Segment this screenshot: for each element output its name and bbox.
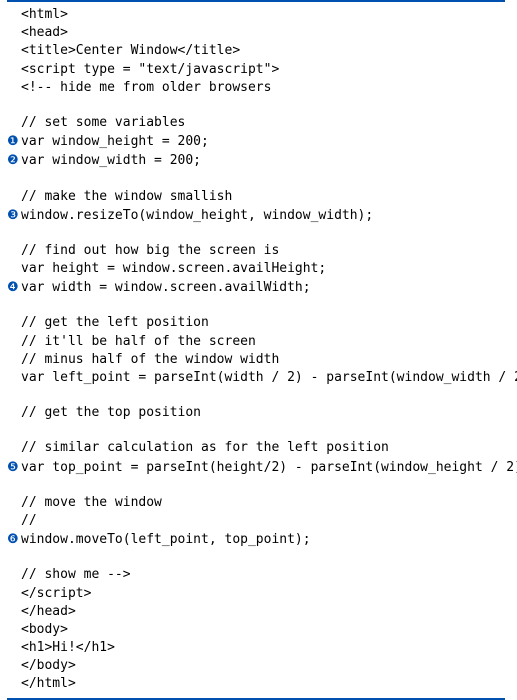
- code-text: <!-- hide me from older browsers: [21, 79, 271, 97]
- code-text: var height = window.screen.availHeight;: [21, 260, 326, 278]
- code-text: </script>: [21, 585, 91, 603]
- blank-line: [7, 549, 517, 566]
- code-line: <h1>Hi!</h1>: [7, 639, 517, 657]
- code-line: var height = window.screen.availHeight;: [7, 260, 517, 278]
- callout-number: ❸: [7, 206, 21, 224]
- code-line: // minus half of the window width: [7, 351, 517, 369]
- callout-number: ❻: [7, 530, 21, 548]
- blank-line: [7, 97, 517, 114]
- code-text: window.resizeTo(window_height, window_wi…: [21, 207, 373, 225]
- blank-line: [7, 387, 517, 404]
- code-text: window.moveTo(left_point, top_point);: [21, 531, 311, 549]
- code-text: //: [21, 512, 37, 530]
- blank-line: [7, 225, 517, 242]
- code-line: <!-- hide me from older browsers: [7, 79, 517, 97]
- code-listing: <html><head><title>Center Window</title>…: [0, 0, 517, 700]
- code-line: ❹var width = window.screen.availWidth;: [7, 278, 517, 297]
- code-text: // get the left position: [21, 314, 209, 332]
- callout-number: ❷: [7, 151, 21, 169]
- callout-number: ❹: [7, 278, 21, 296]
- code-line: // move the window: [7, 494, 517, 512]
- code-line: // get the left position: [7, 314, 517, 332]
- code-text: </html>: [21, 675, 76, 693]
- code-line: // make the window smallish: [7, 188, 517, 206]
- code-line: </script>: [7, 585, 517, 603]
- code-text: var left_point = parseInt(width / 2) - p…: [21, 369, 517, 387]
- code-line: // set some variables: [7, 114, 517, 132]
- code-line: <html>: [7, 6, 517, 24]
- code-text: <script type = "text/javascript">: [21, 61, 279, 79]
- code-line: // show me -->: [7, 566, 517, 584]
- blank-line: [7, 297, 517, 314]
- code-line: var left_point = parseInt(width / 2) - p…: [7, 369, 517, 387]
- code-line: <body>: [7, 621, 517, 639]
- code-text: // find out how big the screen is: [21, 242, 279, 260]
- blank-line: [7, 171, 517, 188]
- code-line: </body>: [7, 657, 517, 675]
- code-text: <html>: [21, 6, 68, 24]
- code-line: ❶var window_height = 200;: [7, 132, 517, 151]
- code-line: ❸window.resizeTo(window_height, window_w…: [7, 206, 517, 225]
- code-line: ❻window.moveTo(left_point, top_point);: [7, 530, 517, 549]
- code-text: var window_width = 200;: [21, 152, 201, 170]
- code-text: // similar calculation as for the left p…: [21, 439, 389, 457]
- code-text: </body>: [21, 657, 76, 675]
- code-block: <html><head><title>Center Window</title>…: [0, 2, 517, 698]
- callout-number: ❺: [7, 458, 21, 476]
- bottom-rule: [7, 698, 505, 700]
- code-text: // minus half of the window width: [21, 351, 279, 369]
- code-line: <title>Center Window</title>: [7, 42, 517, 60]
- code-line: // similar calculation as for the left p…: [7, 439, 517, 457]
- code-text: var window_height = 200;: [21, 133, 209, 151]
- code-line: // get the top position: [7, 404, 517, 422]
- blank-line: [7, 477, 517, 494]
- code-text: <title>Center Window</title>: [21, 42, 240, 60]
- code-text: <head>: [21, 24, 68, 42]
- code-text: // set some variables: [21, 114, 185, 132]
- code-text: // show me -->: [21, 566, 131, 584]
- blank-line: [7, 422, 517, 439]
- callout-number: ❶: [7, 132, 21, 150]
- code-text: <body>: [21, 621, 68, 639]
- code-line: </html>: [7, 675, 517, 693]
- code-line: <head>: [7, 24, 517, 42]
- code-text: // move the window: [21, 494, 162, 512]
- code-line: //: [7, 512, 517, 530]
- code-line: ❺var top_point = parseInt(height/2) - pa…: [7, 458, 517, 477]
- code-text: // make the window smallish: [21, 188, 232, 206]
- code-line: ❷var window_width = 200;: [7, 151, 517, 170]
- code-text: // it'll be half of the screen: [21, 333, 256, 351]
- code-line: // it'll be half of the screen: [7, 333, 517, 351]
- code-text: <h1>Hi!</h1>: [21, 639, 115, 657]
- code-line: // find out how big the screen is: [7, 242, 517, 260]
- code-line: <script type = "text/javascript">: [7, 61, 517, 79]
- code-text: // get the top position: [21, 404, 201, 422]
- code-line: </head>: [7, 603, 517, 621]
- code-text: </head>: [21, 603, 76, 621]
- code-text: var top_point = parseInt(height/2) - par…: [21, 459, 517, 477]
- code-text: var width = window.screen.availWidth;: [21, 279, 311, 297]
